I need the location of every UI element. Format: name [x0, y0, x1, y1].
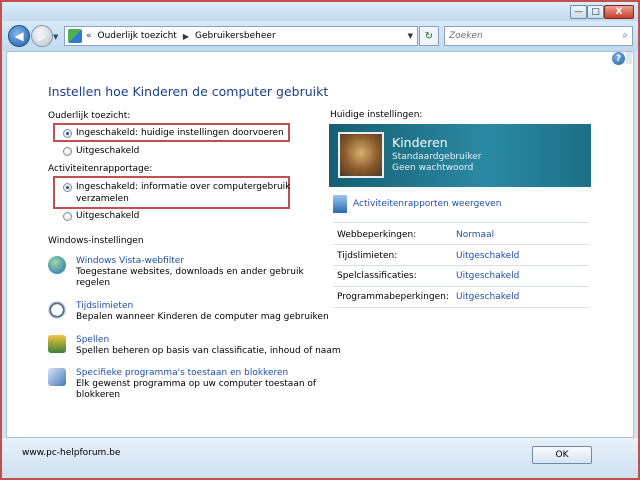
setting-label-time: Tijdslimieten: — [337, 251, 398, 261]
maximize-button[interactable]: □ — [587, 5, 604, 19]
cat-avatar — [338, 132, 384, 178]
games-description: Spellen beheren op basis van classificat… — [76, 346, 341, 356]
divider — [333, 244, 589, 245]
user-password-status: Geen wachtwoord — [392, 163, 474, 173]
view-activity-reports-label[interactable]: Activiteitenrapporten weergeven — [353, 199, 501, 209]
divider — [333, 265, 589, 266]
webfilter-description: Toegestane websites, downloads en ander … — [76, 267, 304, 277]
user-card: Kinderen Standaardgebruiker Geen wachtwo… — [329, 124, 591, 187]
programs-description-line2: blokkeren — [76, 390, 121, 400]
setting-label-games: Spelclassificaties: — [337, 271, 417, 281]
setting-label-web: Webbeperkingen: — [337, 230, 417, 240]
radio-parental-on[interactable]: Ingeschakeld: huidige instellingen doorv… — [63, 127, 284, 139]
breadcrumb-ouderlijk-toezicht[interactable]: Ouderlijk toezicht — [98, 31, 177, 41]
programs-link[interactable]: Specifieke programma's toestaan en blokk… — [76, 368, 316, 379]
globe-icon — [48, 256, 66, 274]
breadcrumb-overflow-icon[interactable]: « — [86, 31, 92, 41]
programs-icon — [48, 368, 66, 386]
minimize-button[interactable]: — — [570, 5, 587, 19]
time-limits-link[interactable]: Tijdslimieten — [76, 301, 329, 312]
webfilter-description-line2: regelen — [76, 278, 111, 288]
divider — [333, 307, 589, 308]
divider — [333, 286, 589, 287]
page-title: Instellen hoe Kinderen de computer gebru… — [48, 84, 329, 99]
setting-value-time[interactable]: Uitgeschakeld — [456, 251, 519, 261]
control-panel-icon — [68, 29, 82, 43]
view-activity-reports-link[interactable]: Activiteitenrapporten weergeven — [333, 195, 501, 213]
radio-label: Uitgeschakeld — [76, 146, 140, 156]
title-bar[interactable]: — □ X — [2, 2, 638, 21]
address-bar[interactable]: « Ouderlijk toezicht ▶ Gebruikersbeheer … — [64, 26, 418, 46]
clock-icon — [48, 301, 66, 319]
search-input[interactable]: Zoeken ⌕ — [444, 26, 633, 46]
setting-value-programs[interactable]: Uitgeschakeld — [456, 292, 519, 302]
divider — [333, 222, 589, 223]
setting-value-games[interactable]: Uitgeschakeld — [456, 271, 519, 281]
task-programs: Specifieke programma's toestaan en blokk… — [48, 368, 316, 401]
current-settings-label: Huidige instellingen: — [330, 110, 423, 120]
search-icon[interactable]: ⌕ — [622, 30, 628, 41]
user-type: Standaardgebruiker — [392, 152, 482, 162]
radio-label: Ingeschakeld: huidige instellingen doorv… — [76, 128, 284, 138]
radio-button[interactable] — [63, 147, 72, 156]
refresh-button[interactable]: ↻ — [419, 26, 439, 46]
radio-parental-off[interactable]: Uitgeschakeld — [63, 145, 139, 157]
help-icon[interactable]: ? — [612, 52, 625, 65]
recent-pages-dropdown[interactable]: ▼ — [53, 33, 58, 41]
radio-label: Uitgeschakeld — [76, 211, 140, 221]
radio-button[interactable] — [63, 183, 72, 192]
task-time-limits: Tijdslimieten Bepalen wanneer Kinderen d… — [48, 301, 329, 323]
scrollbar[interactable] — [626, 52, 632, 64]
parental-control-label: Ouderlijk toezicht: — [48, 111, 131, 121]
search-placeholder: Zoeken — [449, 31, 483, 41]
task-games: Spellen Spellen beheren op basis van cla… — [48, 335, 341, 357]
setting-value-web[interactable]: Normaal — [456, 230, 494, 240]
footer-site-text: www.pc-helpforum.be — [22, 448, 121, 458]
forward-button[interactable]: ▶ — [31, 25, 53, 47]
report-icon — [333, 195, 347, 213]
ok-button[interactable]: OK — [532, 446, 592, 464]
radio-reports-on[interactable]: Ingeschakeld: informatie over computerge… — [63, 181, 290, 205]
breadcrumb-separator-icon[interactable]: ▶ — [183, 32, 189, 41]
games-link[interactable]: Spellen — [76, 335, 341, 346]
radio-button[interactable] — [63, 212, 72, 221]
webfilter-link[interactable]: Windows Vista-webfilter — [76, 256, 304, 267]
close-button[interactable]: X — [604, 5, 634, 19]
setting-label-programs: Programmabeperkingen: — [337, 292, 449, 302]
time-limits-description: Bepalen wanneer Kinderen de computer mag… — [76, 312, 329, 322]
games-icon — [48, 335, 66, 353]
radio-label: Ingeschakeld: informatie over computerge… — [76, 182, 291, 204]
address-dropdown-icon[interactable]: ▼ — [408, 32, 413, 40]
activity-reports-label: Activiteitenrapportage: — [48, 164, 153, 174]
navigation-bar: ◀ ▶ ▼ « Ouderlijk toezicht ▶ Gebruikersb… — [2, 21, 638, 51]
radio-reports-off[interactable]: Uitgeschakeld — [63, 210, 139, 222]
breadcrumb-gebruikersbeheer[interactable]: Gebruikersbeheer — [195, 31, 276, 41]
radio-button[interactable] — [63, 129, 72, 138]
back-button[interactable]: ◀ — [8, 25, 30, 47]
programs-description: Elk gewenst programma op uw computer toe… — [76, 379, 317, 389]
task-webfilter: Windows Vista-webfilter Toegestane websi… — [48, 256, 304, 289]
user-name: Kinderen — [392, 135, 448, 150]
windows-settings-label: Windows-instellingen — [48, 236, 144, 246]
